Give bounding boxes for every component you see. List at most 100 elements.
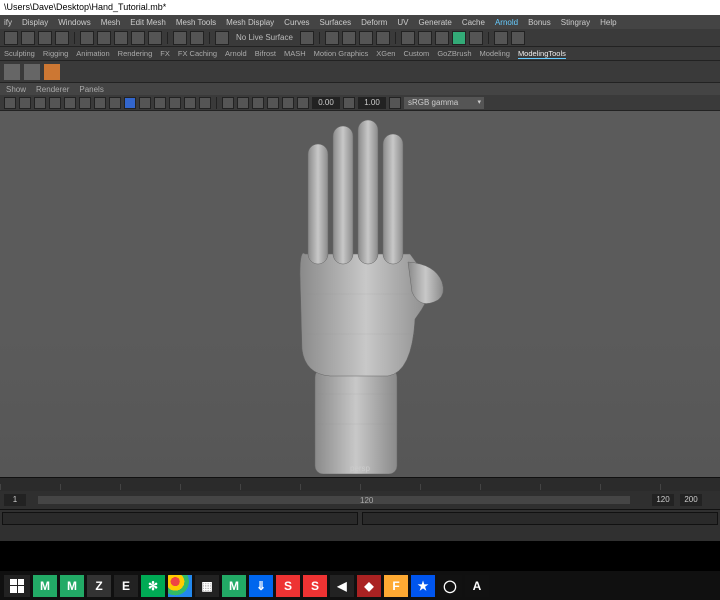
tool-icon[interactable]: [114, 31, 128, 45]
shelf-tab[interactable]: Motion Graphics: [314, 49, 369, 58]
shelf-icon[interactable]: [4, 64, 20, 80]
taskbar-app-icon[interactable]: F: [384, 575, 408, 597]
snap-icon[interactable]: [215, 31, 229, 45]
taskbar-app-icon[interactable]: [168, 575, 192, 597]
tool-icon[interactable]: [511, 31, 525, 45]
shelf-tab[interactable]: XGen: [376, 49, 395, 58]
panel-tool-icon[interactable]: [19, 97, 31, 109]
tool-icon[interactable]: [435, 31, 449, 45]
shelf-tab[interactable]: ModelingTools: [518, 49, 566, 59]
tool-icon[interactable]: [418, 31, 432, 45]
tool-icon[interactable]: [300, 31, 314, 45]
taskbar-app-icon[interactable]: ▦: [195, 575, 219, 597]
shelf-tab[interactable]: Bifrost: [255, 49, 276, 58]
shelf-tab[interactable]: GoZBrush: [437, 49, 471, 58]
panel-tool-icon[interactable]: [94, 97, 106, 109]
shelf-tab[interactable]: Rigging: [43, 49, 68, 58]
exposure-field[interactable]: 0.00: [312, 97, 340, 109]
tool-icon[interactable]: [342, 31, 356, 45]
menu-item[interactable]: Edit Mesh: [130, 18, 166, 27]
menu-item[interactable]: Generate: [418, 18, 451, 27]
panel-tool-icon[interactable]: [34, 97, 46, 109]
panel-tool-icon[interactable]: [343, 97, 355, 109]
menu-item[interactable]: ify: [4, 18, 12, 27]
gamma-field[interactable]: 1.00: [358, 97, 386, 109]
menu-item[interactable]: UV: [397, 18, 408, 27]
time-slider[interactable]: [0, 477, 720, 491]
command-input[interactable]: [2, 512, 358, 525]
tool-icon[interactable]: [173, 31, 187, 45]
tool-icon[interactable]: [359, 31, 373, 45]
menu-item[interactable]: Windows: [58, 18, 90, 27]
panel-tool-icon[interactable]: [154, 97, 166, 109]
taskbar-app-icon[interactable]: S: [276, 575, 300, 597]
tool-icon[interactable]: [80, 31, 94, 45]
taskbar-app-icon[interactable]: ◆: [357, 575, 381, 597]
taskbar-app-icon[interactable]: M: [60, 575, 84, 597]
taskbar-app-icon[interactable]: S: [303, 575, 327, 597]
play-icon[interactable]: [452, 31, 466, 45]
viewport-3d[interactable]: persp: [0, 111, 720, 477]
menu-item[interactable]: Mesh: [101, 18, 121, 27]
shelf-tab[interactable]: Modeling: [480, 49, 510, 58]
taskbar-app-icon[interactable]: E: [114, 575, 138, 597]
menu-item[interactable]: Help: [600, 18, 616, 27]
panel-tool-icon[interactable]: [49, 97, 61, 109]
tool-icon[interactable]: [38, 31, 52, 45]
tool-icon[interactable]: [4, 31, 18, 45]
tool-icon[interactable]: [401, 31, 415, 45]
taskbar-app-icon[interactable]: M: [222, 575, 246, 597]
tool-icon[interactable]: [55, 31, 69, 45]
tool-icon[interactable]: [131, 31, 145, 45]
menu-item[interactable]: Bonus: [528, 18, 551, 27]
panel-tool-icon[interactable]: [252, 97, 264, 109]
color-space-dropdown[interactable]: sRGB gamma: [404, 97, 484, 109]
taskbar-app-icon[interactable]: ✻: [141, 575, 165, 597]
tool-icon[interactable]: [494, 31, 508, 45]
menu-item[interactable]: Mesh Tools: [176, 18, 216, 27]
tool-icon[interactable]: [21, 31, 35, 45]
range-slider[interactable]: 1 120 120 200: [0, 491, 720, 509]
panel-tool-icon[interactable]: [79, 97, 91, 109]
shelf-tab[interactable]: MASH: [284, 49, 306, 58]
taskbar-app-icon[interactable]: ◀: [330, 575, 354, 597]
shelf-icon[interactable]: [44, 64, 60, 80]
tool-icon[interactable]: [325, 31, 339, 45]
panel-tool-icon[interactable]: [237, 97, 249, 109]
tool-icon[interactable]: [190, 31, 204, 45]
tool-icon[interactable]: [148, 31, 162, 45]
panel-tool-icon[interactable]: [184, 97, 196, 109]
menu-item[interactable]: Mesh Display: [226, 18, 274, 27]
shelf-tab[interactable]: Animation: [76, 49, 109, 58]
shelf-icon[interactable]: [24, 64, 40, 80]
menu-item[interactable]: Arnold: [495, 18, 518, 27]
taskbar-app-icon[interactable]: A: [465, 575, 489, 597]
panel-tool-icon[interactable]: [222, 97, 234, 109]
panel-tool-icon[interactable]: [389, 97, 401, 109]
menu-item[interactable]: Stingray: [561, 18, 590, 27]
range-bar[interactable]: [38, 496, 630, 504]
range-end-field-2[interactable]: 200: [680, 494, 702, 506]
panel-tool-icon[interactable]: [124, 97, 136, 109]
tool-icon[interactable]: [376, 31, 390, 45]
shelf-tab[interactable]: Arnold: [225, 49, 247, 58]
panel-menu-item[interactable]: Show: [6, 85, 26, 94]
menu-item[interactable]: Curves: [284, 18, 309, 27]
range-start-field[interactable]: 1: [4, 494, 26, 506]
panel-menu-item[interactable]: Panels: [79, 85, 103, 94]
panel-tool-icon[interactable]: [169, 97, 181, 109]
shelf-tab[interactable]: Custom: [403, 49, 429, 58]
panel-tool-icon[interactable]: [4, 97, 16, 109]
taskbar-app-icon[interactable]: ⇓: [249, 575, 273, 597]
shelf-tab[interactable]: FX Caching: [178, 49, 217, 58]
panel-tool-icon[interactable]: [199, 97, 211, 109]
menu-item[interactable]: Cache: [462, 18, 485, 27]
shelf-tab[interactable]: Rendering: [118, 49, 153, 58]
tool-icon[interactable]: [97, 31, 111, 45]
panel-tool-icon[interactable]: [139, 97, 151, 109]
start-button[interactable]: [4, 575, 30, 597]
taskbar-app-icon[interactable]: Z: [87, 575, 111, 597]
panel-tool-icon[interactable]: [267, 97, 279, 109]
panel-tool-icon[interactable]: [282, 97, 294, 109]
panel-tool-icon[interactable]: [64, 97, 76, 109]
